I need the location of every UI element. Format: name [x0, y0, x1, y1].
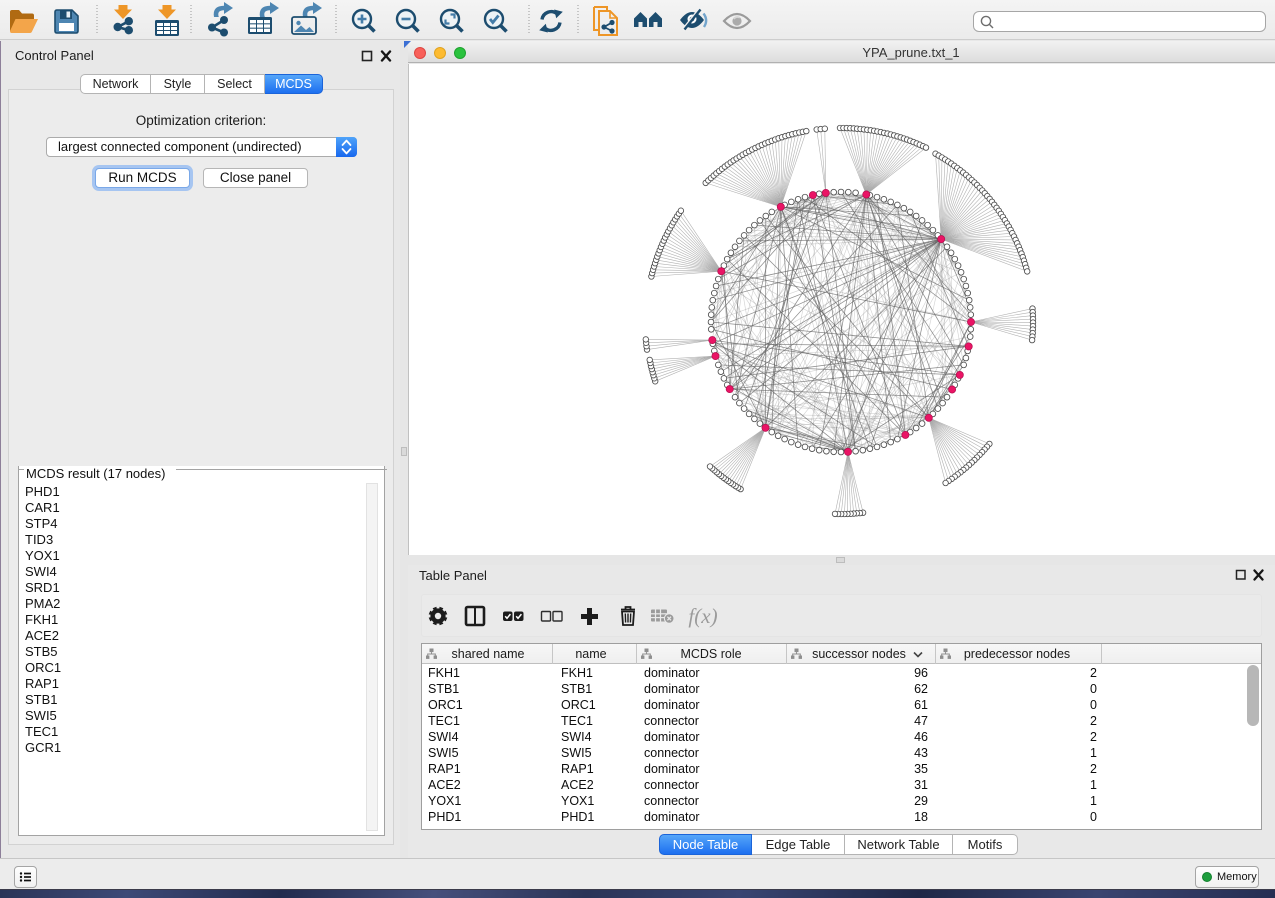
svg-text:f(x): f(x) — [688, 604, 717, 628]
